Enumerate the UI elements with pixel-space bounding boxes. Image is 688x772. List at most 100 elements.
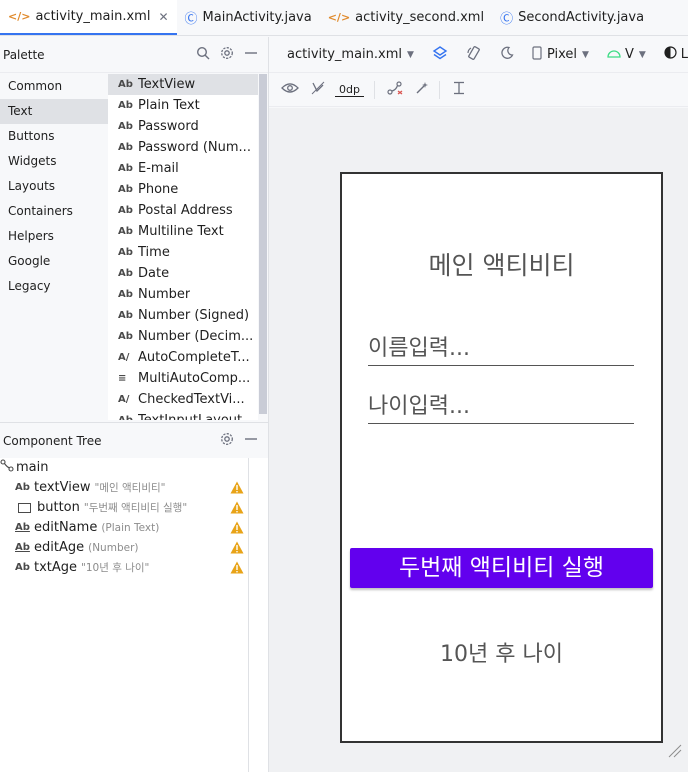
tree-item-main[interactable]: main bbox=[0, 458, 248, 478]
gear-icon[interactable] bbox=[220, 46, 234, 63]
palette-categories: Common Text Buttons Widgets Layouts Cont… bbox=[0, 74, 108, 420]
api-level-dropdown[interactable]: V ▼ bbox=[607, 47, 646, 62]
widget-number[interactable]: Ab Number bbox=[108, 284, 258, 305]
clear-constraints-icon[interactable] bbox=[387, 81, 403, 99]
widget-email[interactable]: Ab E-mail bbox=[108, 158, 258, 179]
design-surface-button[interactable] bbox=[432, 45, 448, 65]
widget-multiautocomplete[interactable]: ≡ MultiAutoComp... bbox=[108, 368, 258, 389]
resize-handle-icon[interactable] bbox=[666, 742, 682, 762]
tab-second-activity-java[interactable]: Ⓒ SecondActivity.java bbox=[492, 0, 652, 35]
layers-icon bbox=[432, 45, 448, 65]
close-icon[interactable]: ✕ bbox=[158, 10, 168, 24]
category-google[interactable]: Google bbox=[0, 249, 108, 274]
autocomplete-icon: A/ bbox=[118, 352, 130, 363]
widget-phone[interactable]: Ab Phone bbox=[108, 179, 258, 200]
tree-side-gutter bbox=[248, 458, 268, 772]
category-buttons[interactable]: Buttons bbox=[0, 124, 108, 149]
warning-icon[interactable] bbox=[230, 501, 244, 514]
checked-textview-icon: A/ bbox=[118, 394, 130, 405]
search-icon[interactable] bbox=[196, 46, 210, 63]
xml-file-icon: </> bbox=[8, 10, 31, 23]
widget-time[interactable]: Ab Time bbox=[108, 242, 258, 263]
category-text[interactable]: Text bbox=[0, 99, 108, 124]
tree-item-label: editAge bbox=[34, 540, 85, 555]
preview-name-edittext[interactable]: 이름입력... bbox=[368, 332, 634, 366]
tree-item-label: main bbox=[16, 460, 49, 475]
preview-age-edittext[interactable]: 나이입력... bbox=[368, 390, 634, 424]
tree-item-editage[interactable]: Ab editAge (Number) bbox=[0, 538, 248, 558]
widget-label: MultiAutoComp... bbox=[138, 371, 251, 386]
widget-textinputlayout[interactable]: AbTextInputLayout bbox=[108, 410, 258, 420]
minimize-icon[interactable] bbox=[244, 46, 258, 63]
category-common[interactable]: Common bbox=[0, 74, 108, 99]
preview-age-result-textview[interactable]: 10년 후 나이 bbox=[342, 636, 661, 668]
widget-password[interactable]: Ab Password bbox=[108, 116, 258, 137]
warning-icon[interactable] bbox=[230, 521, 244, 534]
widget-autocomplete[interactable]: A/AutoCompleteT... bbox=[108, 347, 258, 368]
scrollbar-thumb[interactable] bbox=[259, 74, 267, 414]
widget-password-numeric[interactable]: Ab Password (Num... bbox=[108, 137, 258, 158]
tree-item-label: txtAge bbox=[34, 560, 78, 575]
default-margin-field[interactable]: 0dp bbox=[335, 83, 364, 97]
theme-dropdown[interactable]: Li bbox=[664, 46, 688, 63]
palette-scrollbar[interactable] bbox=[258, 74, 268, 414]
textview-icon: Ab bbox=[118, 268, 133, 279]
widget-plain-text[interactable]: Ab Plain Text bbox=[108, 95, 258, 116]
chevron-down-icon: ▼ bbox=[582, 49, 589, 60]
minimize-icon[interactable] bbox=[244, 432, 258, 449]
widget-postal-address[interactable]: Ab Postal Address bbox=[108, 200, 258, 221]
widget-label: E-mail bbox=[138, 161, 179, 176]
tree-item-txtage[interactable]: Ab txtAge "10년 후 나이" bbox=[0, 558, 248, 578]
gear-icon[interactable] bbox=[220, 432, 234, 449]
tab-label: activity_main.xml bbox=[35, 9, 151, 24]
eye-icon[interactable] bbox=[281, 82, 299, 98]
layout-file-label: activity_main.xml bbox=[287, 47, 403, 62]
component-tree: main Ab textView "메인 액티비티" button "두번째 액… bbox=[0, 458, 248, 772]
component-tree-header: Component Tree bbox=[0, 422, 268, 458]
tab-activity-second-xml[interactable]: </> activity_second.xml bbox=[320, 0, 492, 35]
widget-number-decimal[interactable]: Ab Number (Decim... bbox=[108, 326, 258, 347]
widget-checked-textview[interactable]: A/CheckedTextVi... bbox=[108, 389, 258, 410]
textview-icon: Ab bbox=[118, 121, 133, 132]
tree-item-label: editName bbox=[34, 520, 98, 535]
warning-icon[interactable] bbox=[230, 541, 244, 554]
tab-activity-main-xml[interactable]: </> activity_main.xml ✕ bbox=[0, 0, 177, 35]
android-icon bbox=[607, 47, 621, 62]
widget-date[interactable]: Ab Date bbox=[108, 263, 258, 284]
warning-icon[interactable] bbox=[230, 561, 244, 574]
category-layouts[interactable]: Layouts bbox=[0, 174, 108, 199]
textview-icon: Ab bbox=[118, 205, 133, 216]
widget-label: Password (Num... bbox=[138, 140, 251, 155]
widget-multiline-text[interactable]: Ab Multiline Text bbox=[108, 221, 258, 242]
textview-icon: Ab bbox=[15, 562, 30, 573]
button-icon bbox=[18, 503, 31, 513]
magnet-icon[interactable] bbox=[311, 81, 325, 99]
category-containers[interactable]: Containers bbox=[0, 199, 108, 224]
orientation-button[interactable] bbox=[466, 45, 482, 65]
widget-textview[interactable]: Ab TextView bbox=[108, 74, 258, 95]
align-icon[interactable] bbox=[452, 81, 466, 99]
tab-main-activity-java[interactable]: Ⓒ MainActivity.java bbox=[177, 0, 320, 35]
textview-icon: Ab bbox=[15, 482, 30, 493]
textview-icon: Ab bbox=[118, 79, 133, 90]
category-helpers[interactable]: Helpers bbox=[0, 224, 108, 249]
widget-label: TextInputLayout bbox=[138, 410, 242, 420]
magic-wand-icon[interactable] bbox=[415, 81, 429, 99]
layout-file-dropdown[interactable]: activity_main.xml ▼ bbox=[287, 47, 414, 62]
night-mode-button[interactable] bbox=[500, 46, 514, 64]
tree-item-hint: "두번째 액티비티 실행" bbox=[83, 502, 188, 514]
preview-second-activity-button[interactable]: 두번째 액티비티 실행 bbox=[350, 548, 653, 588]
palette-widget-list: Ab TextView Ab Plain Text Ab Password Ab Pas… bbox=[108, 74, 258, 420]
tree-item-button[interactable]: button "두번째 액티비티 실행" bbox=[0, 498, 248, 518]
tree-item-textview[interactable]: Ab textView "메인 액티비티" bbox=[0, 478, 248, 498]
category-widgets[interactable]: Widgets bbox=[0, 149, 108, 174]
widget-number-signed[interactable]: Ab Number (Signed) bbox=[108, 305, 258, 326]
tree-item-editname[interactable]: Ab editName (Plain Text) bbox=[0, 518, 248, 538]
category-legacy[interactable]: Legacy bbox=[0, 274, 108, 299]
tree-item-label: textView bbox=[34, 480, 91, 495]
preview-title-textview[interactable]: 메인 액티비티 bbox=[342, 246, 661, 282]
textview-icon: Ab bbox=[118, 247, 133, 258]
warning-icon[interactable] bbox=[230, 481, 244, 494]
device-dropdown[interactable]: Pixel ▼ bbox=[532, 45, 589, 64]
phone-preview[interactable]: 메인 액티비티 이름입력... 나이입력... 두번째 액티비티 실행 10년 … bbox=[340, 172, 663, 743]
